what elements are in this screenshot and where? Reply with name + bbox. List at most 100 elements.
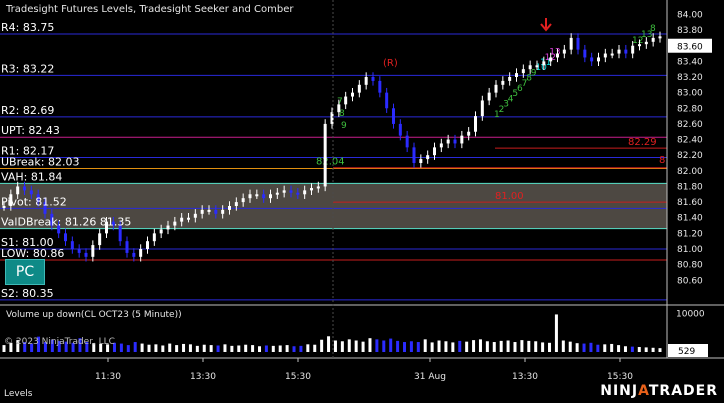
candle-body bbox=[23, 186, 26, 191]
candle-body bbox=[651, 37, 655, 42]
volume-bar bbox=[492, 342, 496, 352]
volume-bar bbox=[299, 345, 303, 352]
volume-bar bbox=[403, 342, 407, 352]
time-tick: 31 Aug bbox=[414, 372, 446, 382]
volume-bar bbox=[230, 345, 234, 352]
time-tick: 15:30 bbox=[607, 372, 633, 382]
candle-body bbox=[371, 77, 375, 81]
volume-bar bbox=[472, 340, 476, 352]
price-tick: 81.00 bbox=[677, 245, 703, 255]
candle-body bbox=[487, 92, 491, 101]
volume-bar bbox=[409, 341, 413, 352]
volume-bar bbox=[188, 344, 192, 352]
candle-body bbox=[562, 49, 566, 54]
current-price-label: 83.60 bbox=[677, 43, 703, 53]
volume-bar bbox=[333, 340, 337, 352]
candle-body bbox=[132, 252, 136, 257]
volume-bar bbox=[416, 342, 420, 352]
level-label-r4: R4: 83.75 bbox=[1, 21, 54, 34]
candle-body bbox=[638, 44, 641, 47]
candle-body bbox=[344, 96, 348, 105]
volume-bar bbox=[644, 347, 648, 352]
candle-body bbox=[139, 249, 143, 257]
candle-body bbox=[282, 190, 286, 193]
price-tick: 81.80 bbox=[677, 182, 703, 192]
volume-bar bbox=[596, 344, 600, 352]
volume-bar bbox=[541, 342, 545, 352]
volume-bar bbox=[244, 344, 248, 352]
volume-bar bbox=[285, 345, 289, 352]
volume-bar bbox=[610, 343, 614, 352]
volume-bar bbox=[147, 344, 151, 352]
candle-body bbox=[631, 45, 635, 54]
annotation-1: 82.29 bbox=[628, 137, 657, 148]
comber-count: 8 bbox=[650, 24, 656, 34]
candle-body bbox=[303, 190, 307, 195]
copyright-text: © 2023 NinjaTrader, LLC bbox=[4, 337, 115, 347]
volume-bar bbox=[582, 343, 586, 352]
volume-bar bbox=[548, 342, 552, 352]
candle-body bbox=[658, 36, 662, 39]
volume-bar bbox=[423, 339, 427, 352]
candle-body bbox=[508, 77, 512, 81]
volume-bar bbox=[223, 344, 227, 352]
candle-body bbox=[234, 202, 238, 206]
candle-body bbox=[480, 100, 484, 117]
candle-body bbox=[385, 92, 389, 109]
tab-levels[interactable]: Levels bbox=[4, 389, 32, 399]
candle-body bbox=[91, 245, 95, 257]
candle-body bbox=[323, 123, 327, 187]
volume-bar bbox=[561, 340, 565, 352]
candle-body bbox=[70, 241, 74, 249]
volume-bar bbox=[278, 345, 282, 352]
candle-body bbox=[255, 194, 259, 197]
candle-body bbox=[316, 186, 320, 189]
price-tick: 80.80 bbox=[677, 261, 703, 271]
volume-bar bbox=[444, 341, 448, 352]
volume-bar bbox=[216, 345, 220, 352]
price-tick: 83.00 bbox=[677, 89, 703, 99]
candle-body bbox=[412, 147, 416, 163]
volume-bar bbox=[617, 345, 621, 352]
candle-body bbox=[576, 37, 580, 50]
level-label-pivot: Pivot: 81.52 bbox=[1, 195, 67, 208]
candle-body bbox=[378, 80, 382, 93]
price-tick: 82.00 bbox=[677, 167, 703, 177]
volume-bar bbox=[271, 345, 275, 352]
candle-body bbox=[398, 123, 402, 136]
price-tick: 82.80 bbox=[677, 104, 703, 114]
volume-bar bbox=[382, 340, 386, 352]
candle-body bbox=[29, 190, 33, 195]
volume-bar bbox=[458, 340, 462, 352]
candle-body bbox=[610, 53, 614, 56]
candle-body bbox=[467, 131, 471, 136]
volume-bar bbox=[361, 341, 365, 352]
volume-bar bbox=[306, 344, 310, 352]
candle-body bbox=[146, 241, 149, 249]
level-label-r2: R2: 82.69 bbox=[1, 104, 54, 117]
candle-body bbox=[262, 194, 266, 199]
volume-bar bbox=[499, 340, 503, 352]
pc-button[interactable]: PC bbox=[5, 259, 45, 285]
price-tick: 81.20 bbox=[677, 229, 703, 239]
level-label-vah: VAH: 81.84 bbox=[1, 170, 62, 183]
volume-bar bbox=[478, 339, 482, 352]
volume-tick: 10000 bbox=[676, 310, 705, 320]
candle-body bbox=[474, 116, 477, 132]
volume-bar bbox=[506, 340, 510, 352]
candle-body bbox=[439, 143, 443, 148]
volume-bar bbox=[485, 341, 489, 352]
candle-body bbox=[392, 108, 395, 124]
candle-body bbox=[289, 190, 293, 193]
volume-bar bbox=[375, 339, 379, 352]
candle-body bbox=[214, 209, 218, 214]
volume-bar bbox=[527, 340, 531, 352]
candle-body bbox=[16, 186, 20, 195]
candle-body bbox=[207, 209, 211, 212]
volume-bar bbox=[340, 341, 344, 352]
time-tick: 11:30 bbox=[95, 372, 121, 382]
brand-right: TRADER bbox=[648, 383, 718, 399]
candle-body bbox=[187, 217, 190, 220]
candle-body bbox=[152, 233, 156, 242]
candle-body bbox=[433, 147, 436, 156]
